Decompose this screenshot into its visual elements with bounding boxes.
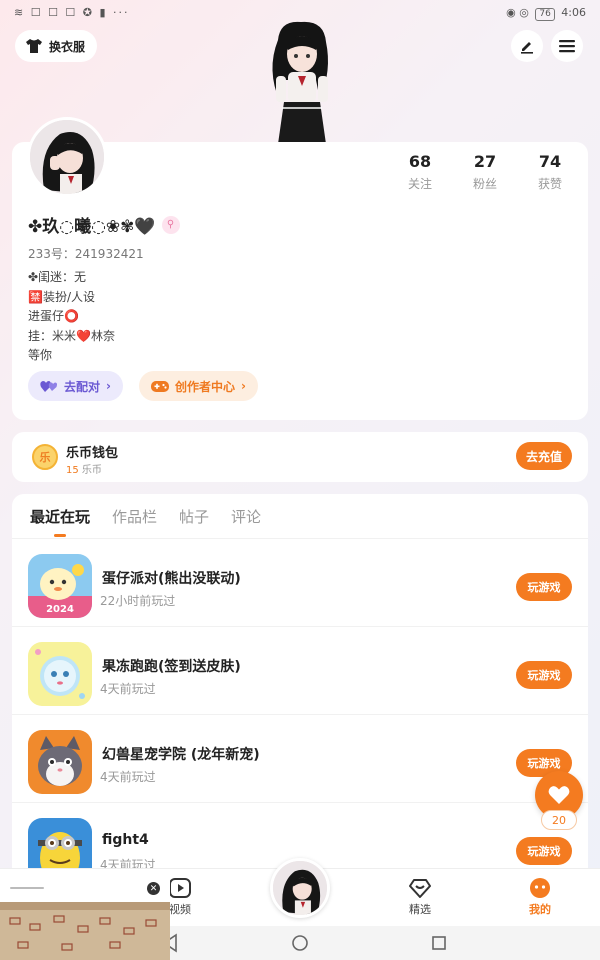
home-icon[interactable] — [292, 935, 308, 951]
stat-likes-label: 获赞 — [537, 177, 562, 191]
stat-following-value: 68 — [408, 152, 432, 171]
center-avatar-image — [273, 861, 327, 915]
coin-icon: 乐 — [32, 444, 58, 470]
profile-stats: 68 关注 27 粉丝 74 获赞 — [390, 152, 580, 192]
tab-recently-played[interactable]: 最近在玩 — [30, 506, 90, 537]
match-label: 去配对 — [64, 379, 101, 394]
nickname-text: ✤玖◌曦◌❀✾🖤 — [28, 217, 156, 237]
stat-following[interactable]: 68 关注 — [390, 152, 450, 192]
game-list: 2024 蛋仔派对(熊出没联动) 22小时前玩过 玩游戏 果冻跑跑(签到送皮肤)… — [12, 539, 588, 891]
video-thumbnail — [0, 902, 170, 960]
game-row[interactable]: 幻兽星宠学院 (龙年新宠) 4天前玩过 玩游戏 — [12, 715, 588, 803]
drag-handle[interactable] — [10, 887, 44, 889]
recharge-button[interactable]: 去充值 — [516, 442, 572, 470]
pencil-icon — [521, 42, 533, 54]
nav-video-label: 视频 — [169, 903, 191, 916]
avatar[interactable] — [27, 117, 107, 197]
heart-icon — [548, 786, 570, 804]
game-title: fight4 — [102, 832, 149, 848]
menu-button[interactable] — [551, 30, 583, 62]
play-game-button[interactable]: 玩游戏 — [516, 573, 572, 601]
profile-card: 68 关注 27 粉丝 74 获赞 ✤玖◌曦◌❀✾🖤 ⚲ 233号：241932… — [12, 142, 588, 420]
mini-video-frame[interactable] — [0, 902, 170, 960]
change-outfit-button[interactable]: 换衣服 — [15, 30, 98, 62]
bio-line: 等你 — [28, 348, 53, 362]
play-game-button[interactable]: 玩游戏 — [516, 661, 572, 689]
bio-line: 🈲装扮/人设 — [28, 289, 95, 304]
change-outfit-label: 换衣服 — [49, 39, 86, 54]
game-title: 幻兽星宠学院 (龙年新宠) — [102, 747, 260, 763]
profile-uid: 233号：241932421 — [28, 247, 144, 261]
video-icon — [169, 878, 191, 898]
recents-icon[interactable] — [432, 936, 446, 950]
status-right: ◉ ◎ 76 4:06 — [506, 6, 586, 21]
wallet-balance: 15 乐币 — [66, 461, 102, 476]
nav-featured-label: 精选 — [409, 903, 431, 916]
match-button[interactable]: 去配对 › — [28, 371, 123, 401]
profile-bio: ✤闺迷：无 🈲装扮/人设 进蛋仔⭕ 挂：米米❤️林奈 等你 — [28, 268, 115, 366]
game-icon-eggy-party: 2024 — [28, 554, 92, 618]
stat-followers-value: 27 — [473, 152, 497, 171]
wallet-card[interactable]: 乐 乐币钱包 15 乐币 去充值 — [12, 432, 588, 482]
nav-center-avatar[interactable] — [270, 858, 330, 918]
heart-diamond-icon — [409, 879, 431, 898]
stat-followers-label: 粉丝 — [472, 177, 497, 191]
wallet-title: 乐币钱包 — [66, 446, 119, 461]
wallet-balance-value: 15 — [66, 465, 79, 476]
bio-line: ✤闺迷：无 — [28, 270, 87, 284]
hamburger-icon — [559, 40, 575, 53]
game-icon-eggy-party-year: 2024 — [46, 604, 74, 615]
face-icon — [530, 878, 550, 898]
status-icons: ≋ ☐ ☐ ☐ ✪ ▮ ··· — [14, 6, 130, 19]
signal-icon: ◉ ◎ — [506, 6, 529, 19]
game-title: 蛋仔派对(熊出没联动) — [102, 571, 241, 587]
game-last-played: 22小时前玩过 — [100, 594, 176, 608]
mini-video-player[interactable]: ✕ — [0, 874, 170, 960]
chevron-right-icon: › — [241, 379, 246, 393]
floating-like-count: 20 — [541, 810, 577, 830]
content-card: 最近在玩 作品栏 帖子 评论 2024 蛋仔派对(熊出没联动) 22小时前玩过 … — [12, 494, 588, 914]
stat-likes[interactable]: 74 获赞 — [520, 152, 580, 192]
tab-posts[interactable]: 帖子 — [179, 506, 209, 527]
game-title: 果冻跑跑(签到送皮肤) — [102, 659, 241, 675]
profile-tabs: 最近在玩 作品栏 帖子 评论 — [30, 506, 261, 537]
close-icon[interactable]: ✕ — [147, 882, 160, 895]
profile-nickname: ✤玖◌曦◌❀✾🖤 ⚲ — [28, 212, 180, 237]
game-last-played: 4天前玩过 — [100, 770, 156, 784]
stat-following-label: 关注 — [407, 177, 432, 191]
creator-center-label: 创作者中心 — [175, 379, 236, 394]
game-row[interactable]: 2024 蛋仔派对(熊出没联动) 22小时前玩过 玩游戏 — [12, 539, 588, 627]
wallet-balance-unit: 乐币 — [81, 465, 102, 476]
avatar-image — [30, 120, 104, 194]
nav-mine-label: 我的 — [529, 903, 551, 916]
stat-followers[interactable]: 27 粉丝 — [455, 152, 515, 192]
back-icon[interactable] — [162, 933, 177, 953]
system-nav-icons — [162, 933, 446, 953]
shirt-icon — [26, 39, 42, 53]
chevron-right-icon: › — [106, 379, 111, 393]
tab-comments[interactable]: 评论 — [231, 506, 261, 527]
gamepad-icon — [151, 380, 169, 392]
bio-line: 挂：米米❤️林奈 — [28, 328, 115, 343]
game-icon-jelly-run — [28, 642, 92, 706]
nav-featured[interactable]: 精选 — [390, 877, 450, 917]
system-nav-bar — [162, 926, 600, 960]
stat-likes-value: 74 — [538, 152, 562, 171]
hearts-icon — [40, 381, 58, 392]
character-figure[interactable] — [258, 20, 344, 144]
tab-works[interactable]: 作品栏 — [112, 506, 157, 527]
nav-mine[interactable]: 我的 — [510, 877, 570, 917]
creator-center-button[interactable]: 创作者中心 › — [139, 371, 258, 401]
bio-line: 进蛋仔⭕ — [28, 309, 79, 323]
game-icon-pet-academy — [28, 730, 92, 794]
key-icon[interactable]: ⚲ — [161, 215, 180, 234]
game-last-played: 4天前玩过 — [100, 682, 156, 696]
battery-icon: 76 — [535, 8, 555, 21]
play-game-button[interactable]: 玩游戏 — [516, 837, 572, 865]
game-row[interactable]: 果冻跑跑(签到送皮肤) 4天前玩过 玩游戏 — [12, 627, 588, 715]
status-time: 4:06 — [561, 6, 586, 19]
edit-profile-button[interactable] — [511, 30, 543, 62]
